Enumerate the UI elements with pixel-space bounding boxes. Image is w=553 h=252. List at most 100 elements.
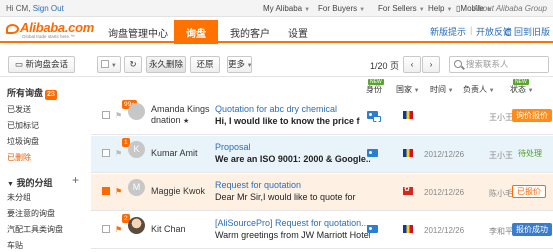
greeting-text: Hi CM, (6, 4, 31, 13)
flag-icon[interactable]: ⚑ (115, 111, 122, 120)
tab-settings[interactable]: 设置 (288, 25, 308, 40)
page-indicator: 1/20 页 (370, 61, 400, 71)
tab-my-customers[interactable]: 我的客户 (230, 25, 270, 40)
inquiry-date: 2012/12/26 (424, 226, 465, 235)
flag-icon[interactable]: ⚑ (115, 149, 122, 158)
sidebar-group-header[interactable]: ▼ 我的分组 (7, 176, 52, 189)
help-menu[interactable]: Help ▼ (428, 4, 452, 13)
select-all-checkbox[interactable] (101, 60, 110, 68)
sidebar-group-item[interactable]: 要注意的询盘 (7, 208, 55, 219)
avatar (128, 103, 145, 120)
table-row[interactable]: ⚑ 2 Kit Chan [AliSourcePro] Request for … (91, 212, 553, 249)
prev-page-button[interactable]: ‹ (403, 56, 421, 73)
sidebar-item-flagged[interactable]: 已加标记 (7, 120, 39, 131)
verified-id-icon (367, 149, 378, 157)
hong-kong-flag-icon (403, 185, 413, 195)
alibaba-logo[interactable]: Alibaba.com Global trade starts here.™ (6, 20, 106, 41)
for-buyers-menu[interactable]: For Buyers ▼ (318, 4, 365, 13)
chevron-down-icon: ▼ (109, 63, 117, 69)
for-sellers-menu[interactable]: For Sellers ▼ (378, 4, 425, 13)
inquiry-preview: Warm greetings from JW Marriott Hotel (215, 230, 370, 240)
next-page-button[interactable]: › (422, 56, 440, 73)
inquiry-date: 2012/12/26 (424, 150, 465, 159)
contact-name[interactable]: Kit Chan (151, 224, 186, 234)
sidebar-group-item[interactable]: 汽配工具类询盘 (7, 224, 63, 235)
sidebar-item-all-inquiries[interactable]: 所有询盘 23 (7, 86, 57, 100)
time-label: 时间 (430, 85, 446, 94)
tab-inquiries[interactable]: 询盘 (174, 20, 218, 44)
inquiry-subject[interactable]: Request for quotation (215, 180, 301, 190)
chevron-down-icon: ▼ (359, 7, 366, 13)
new-version-tips-link[interactable]: 新版提示 (430, 25, 466, 38)
column-owner[interactable]: 负责人 ▼ (463, 84, 495, 95)
flag-icon[interactable]: ⚑ (115, 225, 122, 234)
chevron-down-icon: ▼ (304, 7, 311, 13)
sidebar-group-item[interactable]: 未分组 (7, 192, 31, 203)
status-badge: 询价报价 (512, 109, 552, 122)
undo-icon (505, 29, 512, 36)
table-row[interactable]: ⚑ 99+ Amanda Kings dnation ★ Quotation f… (91, 98, 553, 135)
row-checkbox[interactable] (102, 225, 110, 233)
country-label: 国家 (396, 85, 412, 94)
unread-count-badge: 23 (45, 90, 57, 100)
owner-name: 王小王 (489, 151, 513, 160)
inquiry-date: 2012/12/26 (424, 188, 465, 197)
inquiry-subject[interactable]: Proposal (215, 142, 251, 152)
contact-company: dnation ★ (151, 115, 189, 125)
row-checkbox-checked[interactable] (102, 187, 110, 195)
my-alibaba-label: My Alibaba (263, 4, 303, 13)
chevron-down-icon: ▼ (446, 7, 453, 13)
refresh-icon: ↻ (129, 59, 137, 69)
restore-button[interactable]: 还原 (190, 56, 220, 73)
status-label: 状态 (510, 85, 526, 94)
sidebar: 所有询盘 23 已发送 已加标记 垃圾询盘 已删除 ▼ 我的分组 + 未分组 要注… (0, 80, 88, 252)
sidebar-group-item[interactable]: 车贴 (7, 240, 23, 251)
avatar: K (128, 141, 145, 158)
more-button[interactable]: 更多 ▼ (227, 56, 253, 73)
sign-out-link[interactable]: Sign Out (33, 4, 64, 13)
sidebar-item-spam[interactable]: 垃圾询盘 (7, 136, 39, 147)
column-time[interactable]: 时间 ▼ (430, 84, 454, 95)
inquiry-preview: We are an ISO 9001: 2000 & Google... (215, 154, 370, 164)
sidebar-item-sent[interactable]: 已发送 (7, 104, 31, 115)
greeting: Hi CM, Sign Out (6, 4, 64, 13)
avatar (128, 217, 145, 234)
column-country[interactable]: 国家 ▼ (396, 84, 420, 95)
chevron-down-icon: ▼ (245, 63, 253, 69)
new-inquiry-button[interactable]: ▭ 新询盘会话 (8, 56, 75, 73)
flag-icon[interactable]: ⚑ (115, 187, 122, 196)
row-checkbox[interactable] (102, 111, 110, 119)
search-placeholder: 搜索联系人 (466, 59, 509, 69)
avatar: M (128, 179, 145, 196)
inquiry-subject[interactable]: Quotation for abc dry chemical (215, 104, 337, 114)
row-checkbox[interactable] (102, 149, 110, 157)
status-badge: 报价成功 (512, 223, 552, 236)
column-status[interactable]: 状态 ▼ (510, 84, 534, 95)
inquiry-subject[interactable]: [AliSourcePro] Request for quotation... (215, 218, 369, 228)
compose-icon: ▭ (15, 59, 24, 69)
table-row[interactable]: ⚑ 1 K Kumar Amit Proposal We are an ISO … (91, 136, 553, 173)
delete-permanently-button[interactable]: 永久删除 (146, 56, 186, 73)
main-header: Alibaba.com Global trade starts here.™ 询… (0, 17, 553, 44)
chevron-left-icon: ‹ (410, 59, 414, 69)
back-to-old-version-link[interactable]: 回到旧版 (505, 25, 550, 38)
contact-name[interactable]: Maggie Kwok (151, 186, 205, 196)
my-alibaba-menu[interactable]: My Alibaba ▼ (263, 4, 310, 13)
chevron-down-icon: ▼ (487, 88, 495, 94)
sidebar-item-deleted[interactable]: 已删除 (7, 152, 31, 163)
contact-name[interactable]: Kumar Amit (151, 148, 198, 158)
column-identity[interactable]: 身份 (366, 84, 382, 95)
inquiry-preview: Dear Mr Sir,I would like to quote for (215, 192, 356, 202)
add-group-icon[interactable]: + (72, 173, 79, 187)
new-inquiry-label: 新询盘会话 (25, 59, 68, 69)
refresh-button[interactable]: ↻ (124, 56, 142, 73)
select-all-dropdown[interactable]: ▼ (97, 56, 121, 73)
search-icon (454, 60, 462, 68)
contact-name[interactable]: Amanda Kings (151, 104, 210, 114)
search-contacts-input[interactable]: 搜索联系人 (449, 56, 549, 73)
owner-name: 李和平 (489, 227, 513, 236)
table-row[interactable]: ⚑ M Maggie Kwok Request for quotation De… (91, 174, 553, 211)
chevron-down-icon: ▼ (418, 7, 425, 13)
about-alibaba-link[interactable]: About Alibaba Group (473, 4, 547, 13)
logo-mark-icon (6, 24, 19, 34)
